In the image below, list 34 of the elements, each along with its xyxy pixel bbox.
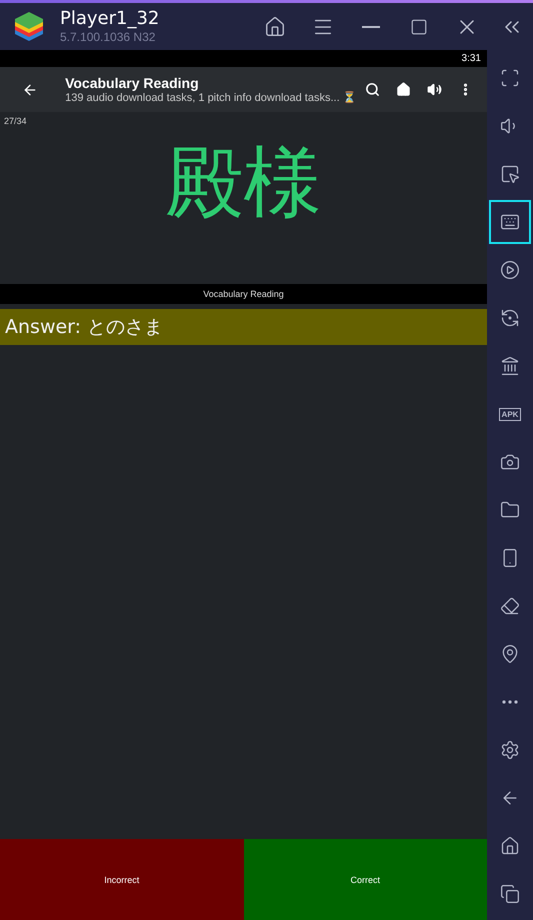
app-logo-icon xyxy=(12,10,46,42)
cursor-icon xyxy=(500,164,520,184)
status-time: 3:31 xyxy=(462,53,481,64)
keyboard-button[interactable] xyxy=(489,200,531,244)
screen-title: Vocabulary Reading xyxy=(65,75,200,91)
building-icon xyxy=(500,356,520,376)
vocabulary-word: 殿様 xyxy=(166,144,322,222)
card-counter: 27/34 xyxy=(4,116,27,126)
maximize-icon xyxy=(410,18,428,36)
incorrect-button[interactable]: Incorrect xyxy=(0,839,244,920)
location-pin-icon xyxy=(500,644,520,664)
home-icon xyxy=(500,836,520,856)
apk-button[interactable]: APK xyxy=(489,392,531,436)
version-label: 5.7.100.1036 N32 xyxy=(60,28,156,44)
download-status: 139 audio download tasks, 1 pitch info download tasks... ⏳ xyxy=(65,91,357,104)
search-icon xyxy=(364,82,380,97)
correct-button[interactable]: Correct xyxy=(244,839,487,920)
fullscreen-icon xyxy=(500,68,520,88)
window-title: Player1_32 xyxy=(60,8,160,28)
home-icon xyxy=(396,82,411,97)
keyboard-icon xyxy=(500,212,520,232)
deck-label: Vocabulary Reading xyxy=(203,289,284,299)
recent-apps-icon xyxy=(500,884,520,904)
more-icon xyxy=(502,700,518,704)
speaker-icon xyxy=(426,82,442,97)
answer-text: Answer: とのさま xyxy=(0,309,487,345)
back-arrow-icon xyxy=(22,82,38,98)
play-circle-icon xyxy=(500,260,520,280)
home-icon xyxy=(264,16,286,38)
settings-icon xyxy=(500,740,520,760)
minimize-icon xyxy=(362,26,380,28)
folder-icon xyxy=(500,500,520,520)
sync-icon xyxy=(500,308,520,328)
camera-icon xyxy=(500,452,520,472)
